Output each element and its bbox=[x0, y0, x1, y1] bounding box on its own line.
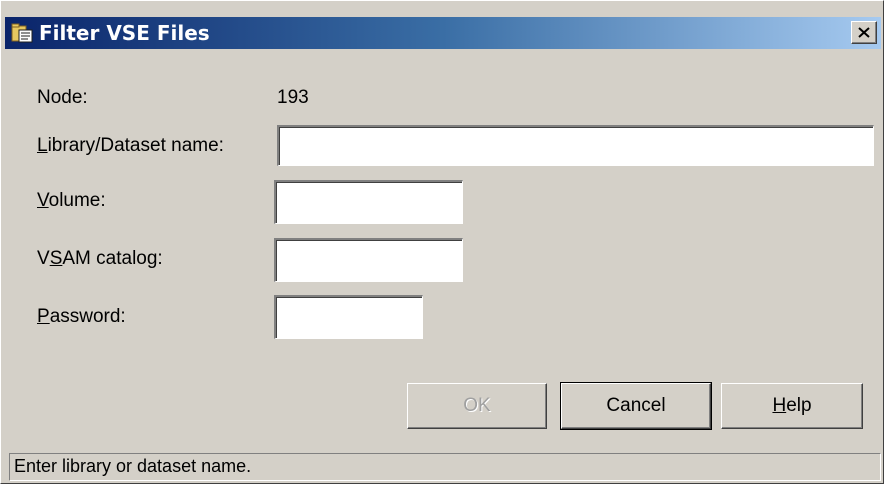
vsam-label-pre: V bbox=[37, 248, 50, 269]
ok-button[interactable]: OK bbox=[407, 383, 547, 429]
vsam-label-rest: AM catalog: bbox=[62, 248, 163, 269]
cancel-button[interactable]: Cancel bbox=[560, 382, 712, 430]
password-label: Password: bbox=[37, 306, 126, 328]
volume-input[interactable] bbox=[274, 180, 463, 224]
password-label-rest: assword: bbox=[49, 306, 126, 327]
window-title: Filter VSE Files bbox=[39, 21, 210, 45]
library-dataset-label: Library/Dataset name: bbox=[37, 135, 224, 157]
password-accel: P bbox=[37, 306, 50, 327]
volume-accel: V bbox=[37, 190, 49, 211]
library-accel: L bbox=[37, 135, 48, 156]
volume-label: Volume: bbox=[37, 190, 106, 212]
vsam-catalog-input[interactable] bbox=[274, 238, 463, 282]
library-label-rest: ibrary/Dataset name: bbox=[47, 135, 224, 156]
vsam-accel: S bbox=[49, 248, 63, 269]
library-dataset-input[interactable] bbox=[277, 125, 874, 166]
close-x-icon bbox=[858, 27, 870, 38]
close-button[interactable] bbox=[851, 21, 877, 44]
filter-vse-files-dialog: Filter VSE Files Node: 193 Library/Datas… bbox=[0, 0, 884, 484]
status-bar: Enter library or dataset name. bbox=[9, 453, 881, 481]
node-label: Node: bbox=[37, 87, 88, 108]
password-input[interactable] bbox=[274, 295, 423, 339]
help-accel: H bbox=[772, 395, 787, 416]
volume-label-rest: olume: bbox=[48, 190, 106, 211]
node-value: 193 bbox=[277, 87, 309, 108]
vsam-catalog-label: VSAM catalog: bbox=[37, 248, 163, 270]
help-label-rest: elp bbox=[786, 395, 812, 416]
title-bar[interactable]: Filter VSE Files bbox=[5, 17, 881, 49]
help-button[interactable]: Help bbox=[721, 383, 863, 429]
folder-files-icon bbox=[11, 23, 33, 43]
